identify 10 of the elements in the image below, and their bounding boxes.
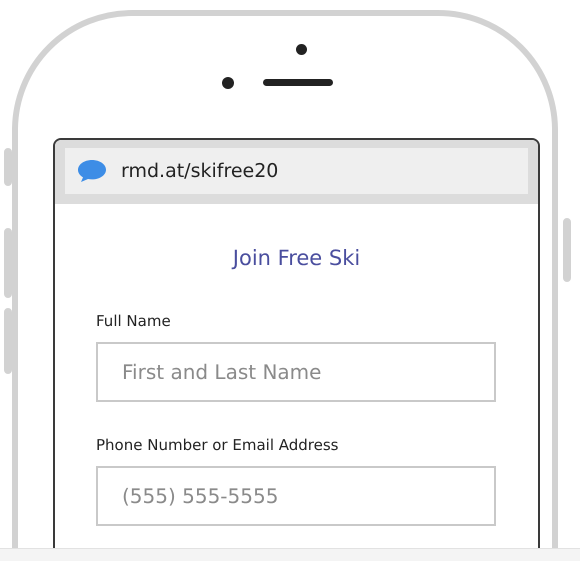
chat-bubble-icon [77, 159, 107, 183]
field-label: Full Name [96, 312, 172, 330]
speaker-icon [263, 79, 333, 86]
input-field[interactable]: (555) 555-5555 [96, 466, 496, 526]
form-title: Join Free Ski [232, 246, 360, 270]
field-label: Phone Number or Email Address [96, 436, 340, 454]
input-field[interactable]: First and Last Name [96, 342, 496, 402]
url-field[interactable]: rmd.at/skifree20 [65, 148, 528, 194]
camera-icon [296, 44, 307, 55]
sensor-icon [222, 77, 234, 89]
